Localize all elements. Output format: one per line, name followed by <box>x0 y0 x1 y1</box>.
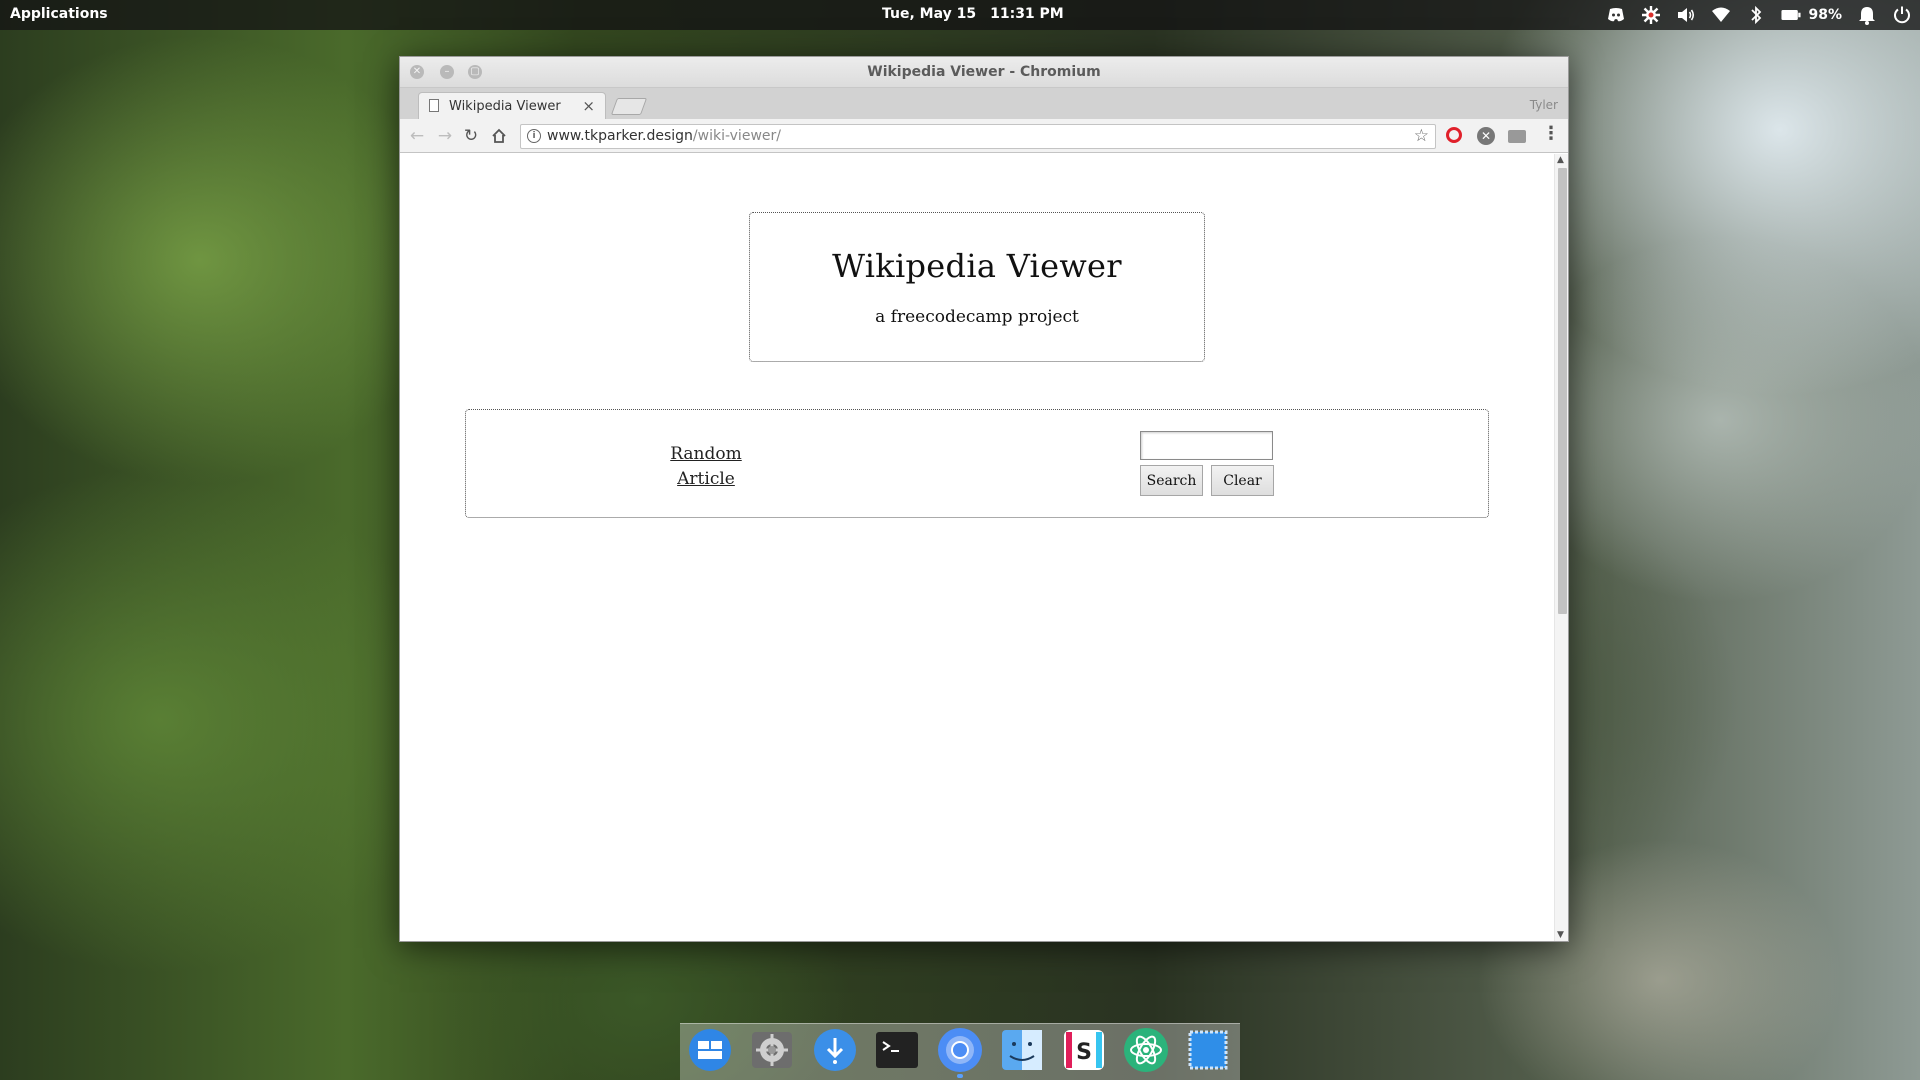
menu-dots-icon[interactable]: ⋮ <box>1542 125 1560 143</box>
random-article-link[interactable]: Random Article <box>666 442 746 492</box>
reload-icon[interactable]: ↻ <box>460 125 482 147</box>
finder-icon[interactable] <box>998 1026 1046 1074</box>
blocker-extension-icon[interactable]: ✕ <box>1477 127 1495 145</box>
browser-window: ✕ – ▢ Wikipedia Viewer - Chromium Wikipe… <box>399 56 1569 942</box>
clock[interactable]: Tue, May 15 11:31 PM <box>882 6 1078 22</box>
battery-percent: 98% <box>1808 7 1842 23</box>
profile-name[interactable]: Tyler <box>1530 98 1558 112</box>
power-icon[interactable] <box>1892 5 1912 25</box>
clock-time: 11:31 PM <box>990 6 1064 22</box>
search-button[interactable]: Search <box>1140 465 1203 496</box>
wifi-icon[interactable] <box>1711 5 1731 25</box>
url-path: /wiki-viewer/ <box>692 128 781 144</box>
terminal-icon[interactable] <box>873 1026 921 1074</box>
slack-icon[interactable]: S <box>1060 1026 1108 1074</box>
system-settings-icon[interactable] <box>748 1026 796 1074</box>
settings-bug-icon[interactable] <box>1641 5 1661 25</box>
home-icon[interactable] <box>488 125 510 147</box>
back-arrow-icon[interactable]: ← <box>406 125 428 147</box>
tab-strip: Wikipedia Viewer × Tyler <box>400 88 1568 119</box>
forward-arrow-icon[interactable]: → <box>434 125 456 147</box>
browser-toolbar: ← → ↻ i www.tkparker.design/wiki-viewer/… <box>400 119 1568 153</box>
notifications-icon[interactable] <box>1857 5 1877 25</box>
opera-extension-icon[interactable] <box>1446 127 1462 143</box>
tab-title: Wikipedia Viewer <box>449 99 561 114</box>
clear-button[interactable]: Clear <box>1211 465 1274 496</box>
page-title: Wikipedia Viewer <box>832 247 1122 285</box>
tab-wikipedia-viewer[interactable]: Wikipedia Viewer × <box>418 92 606 119</box>
bookmark-star-icon[interactable]: ☆ <box>1414 126 1429 146</box>
chromium-icon[interactable] <box>936 1026 984 1074</box>
search-input[interactable] <box>1140 431 1273 460</box>
applications-menu[interactable]: Applications <box>10 6 108 22</box>
top-panel: Applications Tue, May 15 11:31 PM 98% <box>0 0 1920 30</box>
bluetooth-icon[interactable] <box>1746 5 1766 25</box>
volume-icon[interactable] <box>1676 5 1696 25</box>
battery-icon[interactable] <box>1781 5 1802 25</box>
scrollbar-thumb[interactable] <box>1558 168 1567 614</box>
header-box: Wikipedia Viewer a freecodecamp project <box>749 212 1205 362</box>
running-indicator <box>957 1074 963 1078</box>
downloads-icon[interactable] <box>811 1026 859 1074</box>
scroll-up-icon[interactable]: ▲ <box>1557 155 1564 165</box>
multitasking-view-icon[interactable] <box>686 1026 734 1074</box>
atom-icon[interactable] <box>1122 1026 1170 1074</box>
svg-text:S: S <box>1076 1040 1092 1065</box>
page-scrollbar[interactable]: ▲ ▼ <box>1554 154 1568 941</box>
system-tray: 98% <box>1606 4 1912 26</box>
discord-icon[interactable] <box>1606 5 1626 25</box>
url-host: www.tkparker.design <box>547 128 693 144</box>
url-text: www.tkparker.design/wiki-viewer/ <box>547 128 781 144</box>
page-subtitle: a freecodecamp project <box>875 307 1079 327</box>
tab-close-icon[interactable]: × <box>582 97 595 115</box>
controls-box: Random Article Search Clear <box>465 409 1489 518</box>
random-link-line2: Article <box>677 469 735 489</box>
page-icon <box>429 99 439 112</box>
new-tab-button[interactable] <box>610 98 648 115</box>
cast-extension-icon[interactable] <box>1508 130 1526 143</box>
window-title: Wikipedia Viewer - Chromium <box>867 64 1101 80</box>
random-link-line1: Random <box>670 444 742 464</box>
clock-date: Tue, May 15 <box>882 6 977 22</box>
page-viewport: Wikipedia Viewer a freecodecamp project … <box>400 154 1568 941</box>
site-info-icon[interactable]: i <box>527 129 541 143</box>
address-bar[interactable]: i www.tkparker.design/wiki-viewer/ ☆ <box>520 124 1436 149</box>
window-titlebar[interactable]: ✕ – ▢ Wikipedia Viewer - Chromium <box>400 57 1568 88</box>
scroll-down-icon[interactable]: ▼ <box>1557 930 1564 940</box>
mail-icon[interactable] <box>1184 1026 1232 1074</box>
